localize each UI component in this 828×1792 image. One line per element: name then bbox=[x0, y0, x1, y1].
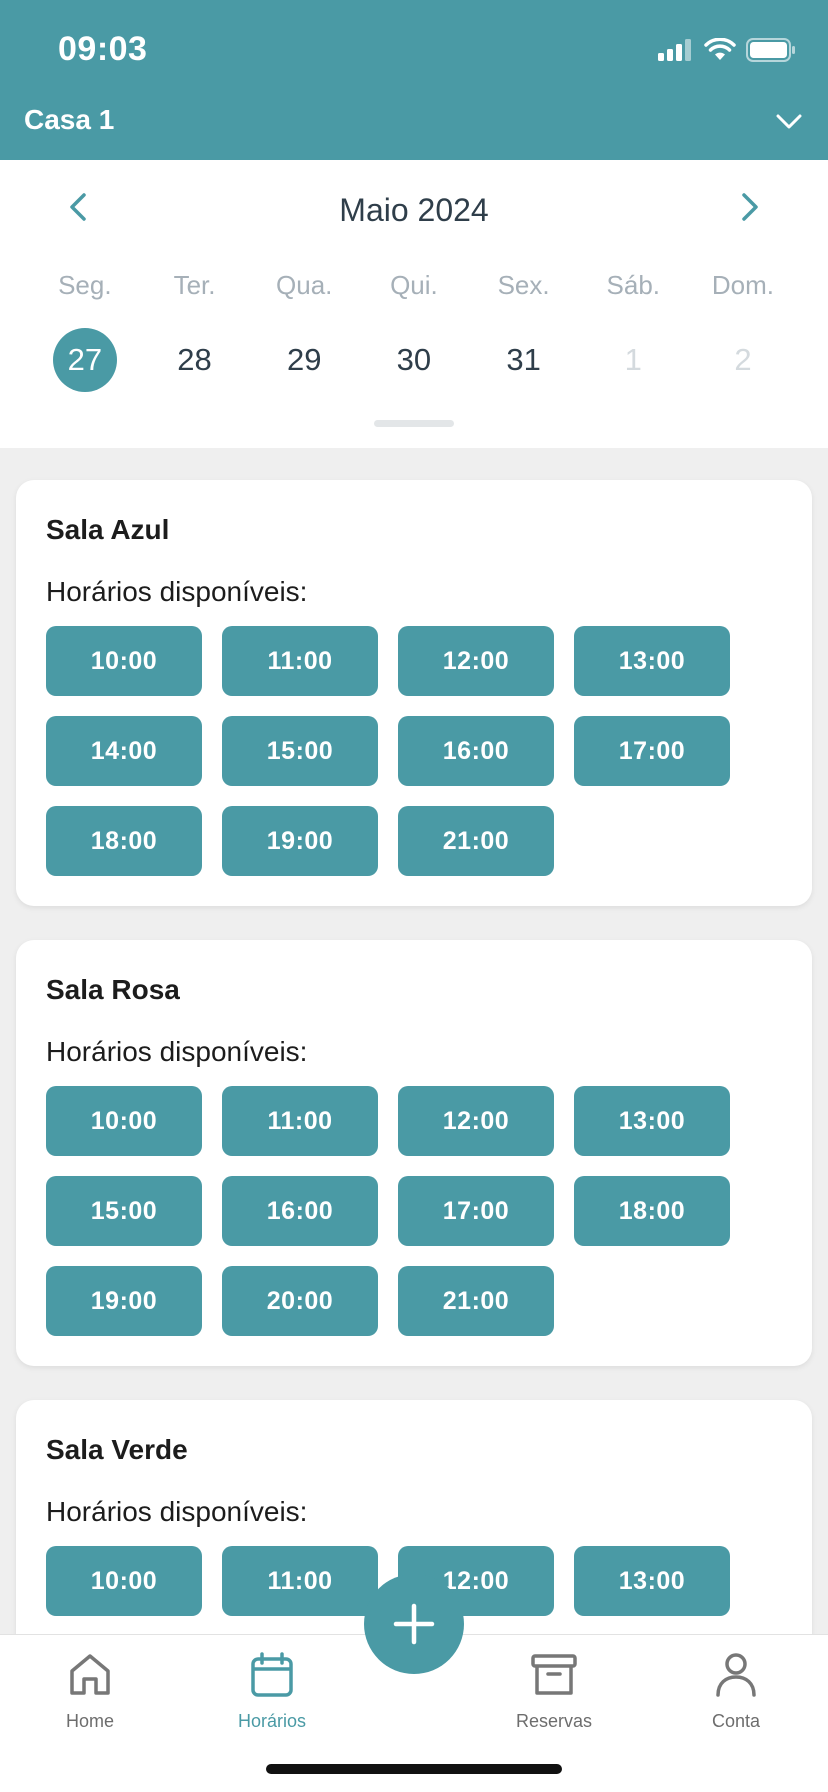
day-number: 28 bbox=[177, 342, 212, 377]
time-slot-button[interactable]: 11:00 bbox=[222, 1546, 378, 1616]
time-slot-button[interactable]: 10:00 bbox=[46, 1086, 202, 1156]
status-time: 09:03 bbox=[58, 30, 148, 68]
room-name: Sala Azul bbox=[46, 514, 170, 545]
time-slot-button[interactable]: 15:00 bbox=[46, 1176, 202, 1246]
time-slot-button[interactable]: 17:00 bbox=[574, 716, 730, 786]
time-slot-button[interactable]: 13:00 bbox=[574, 626, 730, 696]
available-times-label: Horários disponíveis: bbox=[46, 1036, 308, 1067]
weekday-label: Qua. bbox=[276, 270, 333, 300]
time-slot-button[interactable]: 10:00 bbox=[46, 1546, 202, 1616]
time-slot-button[interactable]: 18:00 bbox=[574, 1176, 730, 1246]
plus-icon bbox=[393, 1603, 435, 1645]
time-slot-button[interactable]: 21:00 bbox=[398, 806, 554, 876]
available-times-label: Horários disponíveis: bbox=[46, 1496, 308, 1527]
wifi-icon bbox=[704, 38, 736, 60]
time-slot-button[interactable]: 17:00 bbox=[398, 1176, 554, 1246]
time-slot-button[interactable]: 19:00 bbox=[46, 1266, 202, 1336]
tab-home[interactable]: Home bbox=[30, 1649, 150, 1732]
home-icon bbox=[70, 1654, 110, 1695]
day-cell[interactable]: 30 bbox=[359, 328, 469, 392]
room-card: Sala Azul Horários disponíveis: 10:00 11… bbox=[16, 480, 812, 906]
weekday-row: Seg. Ter. Qua. Qui. Sex. Sáb. Dom. bbox=[30, 270, 798, 301]
tab-reservations[interactable]: Reservas bbox=[494, 1649, 614, 1732]
archive-box-icon bbox=[531, 1654, 577, 1695]
time-slot-button[interactable]: 19:00 bbox=[222, 806, 378, 876]
time-slot-button[interactable]: 20:00 bbox=[222, 1266, 378, 1336]
chevron-down-icon[interactable] bbox=[772, 104, 806, 138]
day-row: 27 28 29 30 31 1 2 bbox=[30, 328, 798, 392]
time-slot-button[interactable]: 12:00 bbox=[398, 626, 554, 696]
tab-schedules[interactable]: Horários bbox=[212, 1649, 332, 1732]
day-number: 31 bbox=[506, 342, 541, 377]
available-times-label: Horários disponíveis: bbox=[46, 576, 308, 607]
room-name: Sala Verde bbox=[46, 1434, 188, 1465]
time-slot-button[interactable]: 15:00 bbox=[222, 716, 378, 786]
add-reservation-button[interactable] bbox=[364, 1574, 464, 1674]
room-card: Sala Rosa Horários disponíveis: 10:00 11… bbox=[16, 940, 812, 1366]
status-icons bbox=[658, 36, 796, 64]
time-slot-button[interactable]: 14:00 bbox=[46, 716, 202, 786]
tab-label: Home bbox=[65, 1711, 114, 1731]
weekday-label: Dom. bbox=[711, 270, 775, 300]
tab-label: Horários bbox=[237, 1711, 307, 1731]
day-cell-selected[interactable]: 27 bbox=[30, 328, 140, 392]
home-indicator bbox=[266, 1764, 562, 1774]
calendar-icon bbox=[251, 1652, 293, 1697]
time-slot-button[interactable]: 11:00 bbox=[222, 626, 378, 696]
time-slot-button[interactable]: 12:00 bbox=[398, 1086, 554, 1156]
day-number: 29 bbox=[286, 342, 322, 377]
day-cell[interactable]: 31 bbox=[469, 328, 579, 392]
room-name: Sala Rosa bbox=[46, 974, 180, 1005]
battery-icon bbox=[746, 38, 795, 62]
time-slot-button[interactable]: 13:00 bbox=[574, 1546, 730, 1616]
day-cell[interactable]: 29 bbox=[249, 328, 359, 392]
time-slot-button[interactable]: 13:00 bbox=[574, 1086, 730, 1156]
signal-icon bbox=[658, 39, 691, 61]
rooms-list[interactable]: Sala Azul Horários disponíveis: 10:00 11… bbox=[0, 448, 828, 1634]
tab-account[interactable]: Conta bbox=[676, 1649, 796, 1732]
time-slot-grid: 10:00 11:00 12:00 13:00 14:00 15:00 16:0… bbox=[46, 626, 786, 876]
day-cell[interactable]: 28 bbox=[140, 328, 250, 392]
day-cell-disabled: 2 bbox=[688, 328, 798, 392]
time-slot-button[interactable]: 16:00 bbox=[222, 1176, 378, 1246]
person-icon bbox=[716, 1653, 756, 1697]
time-slot-grid: 10:00 11:00 12:00 13:00 15:00 16:00 17:0… bbox=[46, 1086, 786, 1336]
day-number: 30 bbox=[396, 342, 432, 377]
drag-handle[interactable] bbox=[374, 420, 454, 427]
week-calendar: Maio 2024 Seg. Ter. Qua. Qui. Sex. Sáb. … bbox=[0, 160, 828, 448]
weekday-label: Qui. bbox=[390, 270, 438, 300]
day-number: 1 bbox=[624, 342, 642, 377]
house-selector-label[interactable]: Casa 1 bbox=[24, 104, 114, 136]
time-slot-button[interactable]: 11:00 bbox=[222, 1086, 378, 1156]
day-cell-disabled: 1 bbox=[578, 328, 688, 392]
weekday-label: Seg. bbox=[58, 270, 112, 300]
chevron-right-icon[interactable] bbox=[732, 190, 766, 224]
time-slot-button[interactable]: 10:00 bbox=[46, 626, 202, 696]
tab-label: Conta bbox=[711, 1711, 761, 1731]
weekday-label: Sáb. bbox=[606, 270, 661, 300]
weekday-label: Sex. bbox=[497, 270, 550, 300]
tab-label: Reservas bbox=[515, 1711, 593, 1731]
time-slot-button[interactable]: 18:00 bbox=[46, 806, 202, 876]
time-slot-button[interactable]: 21:00 bbox=[398, 1266, 554, 1336]
day-number: 2 bbox=[734, 342, 752, 377]
weekday-label: Ter. bbox=[173, 270, 216, 300]
top-bar: 09:03 Casa 1 bbox=[0, 0, 828, 160]
time-slot-button[interactable]: 16:00 bbox=[398, 716, 554, 786]
calendar-month-label: Maio 2024 bbox=[339, 192, 489, 228]
day-number: 27 bbox=[52, 328, 117, 392]
